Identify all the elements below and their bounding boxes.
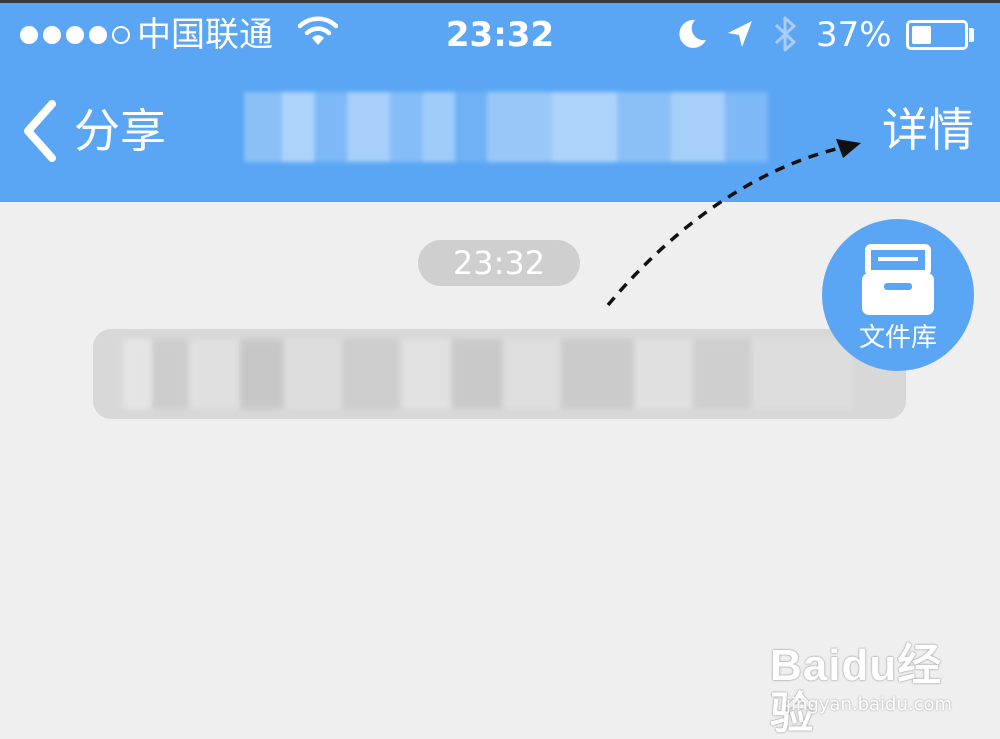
watermark-url: jingyan.baidu.com xyxy=(785,694,953,715)
baidu-logo: Baidu经验 xyxy=(770,641,943,738)
battery-percent: 37% xyxy=(816,15,892,55)
message-timestamp: 23:32 xyxy=(418,240,580,286)
bluetooth-icon xyxy=(774,16,796,52)
message-text-redacted xyxy=(123,339,853,409)
navigation-bar: 分享 详情 xyxy=(0,70,1000,202)
file-cabinet-icon xyxy=(862,244,934,315)
battery-fill xyxy=(912,26,931,44)
battery-nub xyxy=(969,28,974,42)
back-label: 分享 xyxy=(74,104,166,158)
message-bubble[interactable] xyxy=(93,329,906,419)
baidu-watermark: Baidu经验 jingyan.baidu.com xyxy=(764,632,984,738)
back-button[interactable]: 分享 xyxy=(20,100,166,162)
chat-title-redacted xyxy=(228,92,768,162)
file-library-label: 文件库 xyxy=(858,323,937,353)
status-bar: 中国联通 23:32 37% xyxy=(0,3,1000,70)
moon-icon xyxy=(679,19,706,48)
file-library-button[interactable]: 文件库 xyxy=(822,219,974,371)
battery-icon xyxy=(906,20,968,50)
chevron-left-icon xyxy=(24,100,56,162)
location-arrow-icon xyxy=(728,21,752,47)
detail-button[interactable]: 详情 xyxy=(882,100,974,160)
